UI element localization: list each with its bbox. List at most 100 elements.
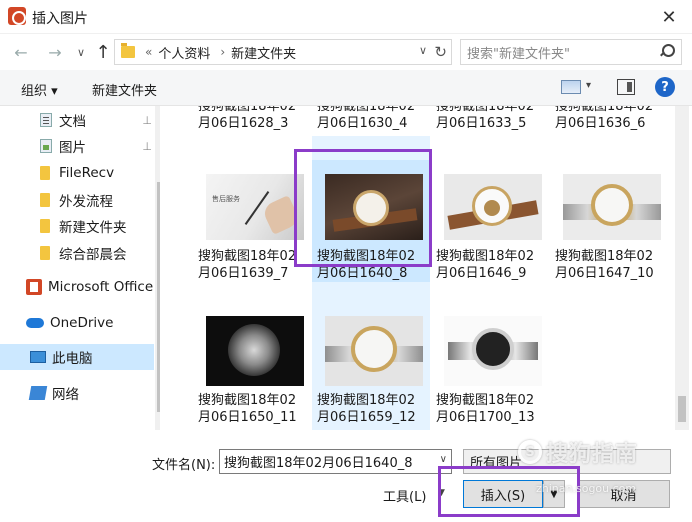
sidebar-item-this-pc[interactable]: 此电脑 — [0, 344, 154, 370]
sidebar-item-meeting[interactable]: 综合部晨会 — [40, 243, 127, 263]
sidebar-item-pictures[interactable]: 图片 ⊥ — [40, 136, 152, 156]
watermark-url: zhinan.sogou.com — [536, 482, 637, 495]
file-tile[interactable]: 售后服务 搜狗截图18年02 月06日1639_7 — [196, 160, 314, 282]
search-icon[interactable] — [659, 44, 675, 58]
file-tile[interactable]: 搜狗截图18年02 月06日1646_9 — [434, 160, 552, 282]
file-tile-selected[interactable]: 搜狗截图18年02 月06日1640_8 — [315, 160, 433, 282]
address-overflow[interactable]: « — [145, 45, 152, 59]
file-name-line1: 搜狗截图18年02 — [317, 249, 416, 264]
preview-pane-icon[interactable] — [617, 79, 635, 95]
file-tile[interactable]: 搜狗截图18年02 月06日1630_4 — [315, 106, 433, 132]
chevron-down-icon[interactable]: ∨ — [440, 454, 447, 465]
sidebar-item-documents[interactable]: 文档 ⊥ — [40, 110, 152, 130]
breadcrumb-new-folder[interactable]: 新建文件夹 — [231, 43, 296, 62]
sidebar-item-onedrive[interactable]: OneDrive — [26, 313, 113, 333]
chevron-down-icon[interactable]: ∨ — [419, 44, 427, 57]
computer-icon — [30, 351, 46, 363]
filename-value: 搜狗截图18年02月06日1640_8 — [224, 456, 413, 471]
address-bar[interactable]: « 个人资料 › 新建文件夹 ∨ ↻ — [114, 39, 452, 65]
filename-label: 文件名(N): — [152, 458, 216, 473]
file-tile[interactable]: 搜狗截图18年02 月06日1650_11 — [196, 302, 314, 428]
sidebar-item-label: 图片 — [59, 140, 86, 156]
navigation-bar: ← → ∨ ↑ « 个人资料 › 新建文件夹 ∨ ↻ 搜索"新建文件夹" — [0, 34, 692, 70]
file-name-line1: 搜狗截图18年02 — [436, 106, 535, 114]
title-bar: 插入图片 ✕ — [0, 0, 692, 34]
image-thumbnail — [563, 174, 661, 240]
watermark-logo: S — [518, 440, 542, 464]
network-icon — [28, 386, 48, 400]
sidebar-item-label: Microsoft Office — [48, 279, 154, 295]
sidebar-item-label: FileRecv — [59, 165, 115, 181]
insert-button[interactable]: 插入(S) — [463, 480, 543, 508]
powerpoint-icon — [8, 7, 26, 25]
view-options-icon[interactable] — [561, 80, 581, 94]
command-toolbar: 组织 ▾ 新建文件夹 ▾ ? — [0, 70, 692, 106]
sidebar-item-network[interactable]: 网络 — [28, 383, 79, 403]
scrollbar-thumb[interactable] — [678, 396, 686, 422]
file-name-line2: 月06日1628_3 — [198, 116, 289, 131]
file-name-line1: 搜狗截图18年02 — [436, 249, 535, 264]
file-name-line2: 月06日1636_6 — [555, 116, 646, 131]
sidebar-item-outgoing[interactable]: 外发流程 — [40, 190, 113, 210]
file-tile[interactable]: 搜狗截图18年02 月06日1633_5 — [434, 106, 552, 132]
sidebar-item-label: OneDrive — [50, 315, 114, 331]
watermark-text: 搜狗指南 — [546, 442, 639, 467]
search-placeholder: 搜索"新建文件夹" — [467, 46, 570, 62]
file-tile[interactable]: 搜狗截图18年02 月06日1636_6 — [553, 106, 671, 132]
view-dropdown[interactable]: ▾ — [586, 80, 591, 91]
organize-menu[interactable]: 组织 ▾ — [21, 80, 58, 99]
file-name-line2: 月06日1640_8 — [317, 266, 408, 281]
onedrive-icon — [26, 318, 44, 328]
sidebar-item-new-folder[interactable]: 新建文件夹 — [40, 216, 127, 236]
folder-icon — [40, 219, 50, 233]
file-name-line2: 月06日1700_13 — [436, 410, 535, 425]
watermark: S 搜狗指南 — [518, 436, 638, 468]
image-thumbnail — [444, 174, 542, 240]
file-name-line1: 搜狗截图18年02 — [555, 249, 654, 264]
search-input[interactable]: 搜索"新建文件夹" — [460, 39, 682, 65]
office-icon — [26, 279, 42, 295]
file-name-line1: 搜狗截图18年02 — [198, 249, 297, 264]
file-name-line2: 月06日1639_7 — [198, 266, 289, 281]
file-tile[interactable]: 搜狗截图18年02 月06日1647_10 — [553, 160, 671, 282]
sidebar-item-label: 此电脑 — [52, 351, 93, 367]
filename-field[interactable]: 搜狗截图18年02月06日1640_8 ∨ — [219, 449, 452, 474]
folder-icon — [40, 193, 50, 207]
help-icon[interactable]: ? — [655, 77, 675, 97]
sidebar-item-office[interactable]: Microsoft Office — [26, 277, 153, 297]
sidebar-item-label: 网络 — [52, 387, 79, 403]
file-name-line2: 月06日1646_9 — [436, 266, 527, 281]
file-name-line1: 搜狗截图18年02 — [555, 106, 654, 114]
file-tile[interactable]: 搜狗截图18年02 月06日1628_3 — [196, 106, 314, 132]
breadcrumb-personal[interactable]: 个人资料 — [158, 43, 210, 62]
tools-menu[interactable]: 工具(L) — [383, 486, 426, 505]
image-thumbnail — [325, 316, 423, 386]
file-name-line2: 月06日1647_10 — [555, 266, 654, 281]
column-highlight — [312, 136, 430, 160]
recent-locations-dropdown[interactable]: ∨ — [70, 41, 92, 63]
pin-icon[interactable]: ⊥ — [142, 114, 152, 127]
file-tile[interactable]: 搜狗截图18年02 月06日1659_12 — [315, 302, 433, 428]
sidebar-item-filerecv[interactable]: FileRecv — [40, 163, 114, 183]
file-tile[interactable]: 搜狗截图18年02 月06日1700_13 — [434, 302, 552, 428]
file-list-scrollbar[interactable] — [675, 106, 689, 430]
sidebar-item-label: 文档 — [59, 114, 86, 130]
sidebar-item-label: 外发流程 — [59, 194, 113, 210]
up-button[interactable]: ↑ — [92, 41, 114, 63]
tools-dropdown-icon[interactable]: ▼ — [438, 488, 445, 498]
folder-icon — [40, 166, 50, 180]
forward-button[interactable]: → — [44, 41, 66, 63]
refresh-icon[interactable]: ↻ — [434, 43, 447, 61]
window-title: 插入图片 — [32, 11, 88, 27]
pin-icon[interactable]: ⊥ — [142, 140, 152, 153]
file-name-line1: 搜狗截图18年02 — [198, 106, 297, 114]
chevron-right-icon[interactable]: › — [220, 45, 225, 59]
close-button[interactable]: ✕ — [646, 0, 692, 34]
thumbnail-text: 售后服务 — [212, 195, 240, 203]
file-name-line1: 搜狗截图18年02 — [198, 393, 297, 408]
file-name-line1: 搜狗截图18年02 — [317, 106, 416, 114]
back-button[interactable]: ← — [10, 41, 32, 63]
file-name-line2: 月06日1630_4 — [317, 116, 408, 131]
new-folder-button[interactable]: 新建文件夹 — [92, 80, 157, 99]
folder-icon — [40, 246, 50, 260]
